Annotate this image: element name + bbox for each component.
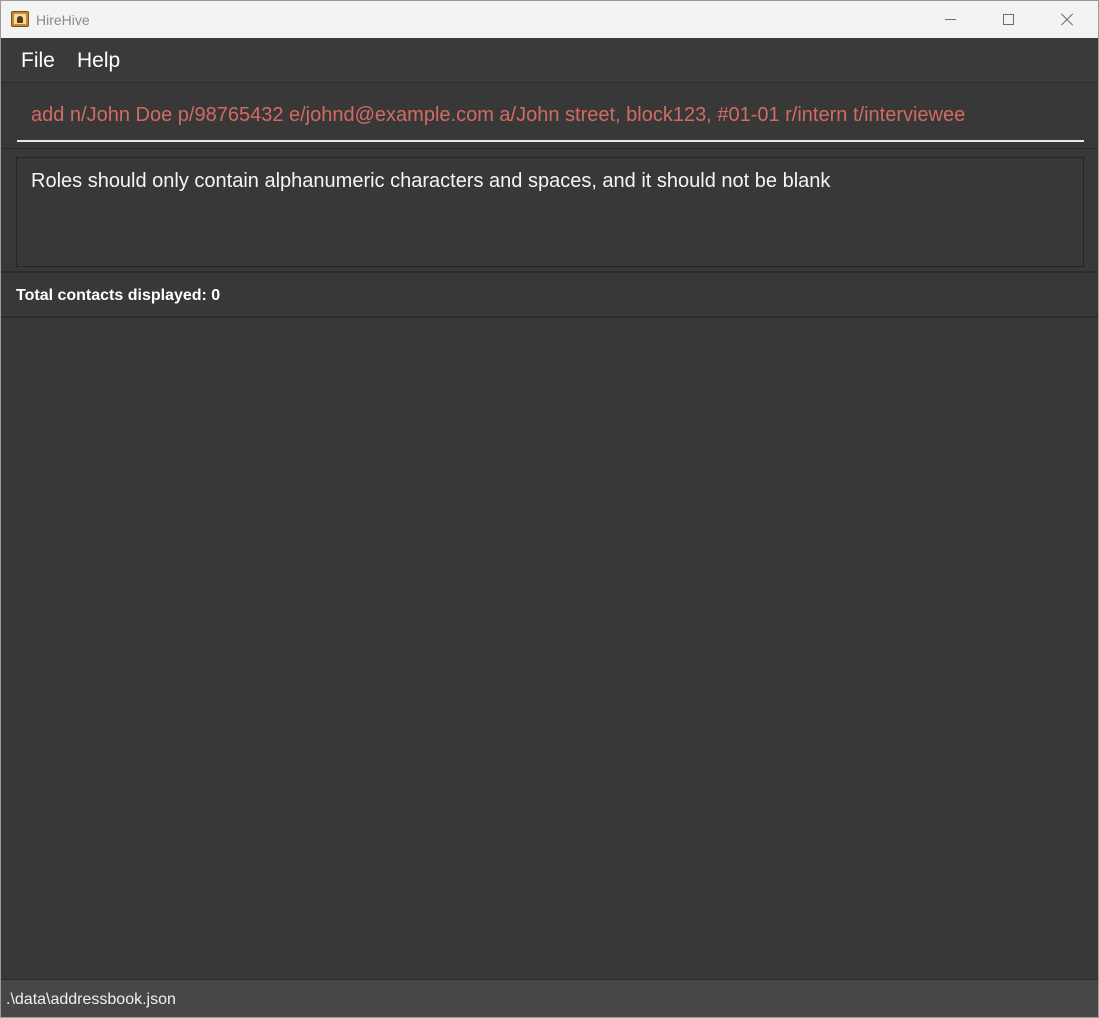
- close-icon: [1060, 13, 1074, 27]
- maximize-button[interactable]: [979, 1, 1037, 38]
- command-input[interactable]: [17, 90, 1084, 142]
- app-window: HireHive File Help Roles should only con…: [0, 0, 1099, 1018]
- menu-help[interactable]: Help: [77, 49, 120, 73]
- command-pane: [1, 84, 1098, 149]
- menu-file[interactable]: File: [21, 49, 55, 73]
- maximize-icon: [1002, 14, 1014, 25]
- window-title: HireHive: [36, 12, 90, 28]
- title-bar[interactable]: HireHive: [1, 1, 1098, 38]
- minimize-icon: [944, 19, 956, 20]
- menu-bar: File Help: [1, 38, 1098, 83]
- result-display[interactable]: Roles should only contain alphanumeric c…: [16, 157, 1084, 267]
- minimize-button[interactable]: [921, 1, 979, 38]
- status-bar: .\data\addressbook.json: [1, 979, 1098, 1017]
- close-button[interactable]: [1038, 1, 1096, 38]
- result-pane: Roles should only contain alphanumeric c…: [1, 150, 1098, 273]
- save-location: .\data\addressbook.json: [6, 991, 176, 1008]
- contact-list-header: Total contacts displayed: 0: [1, 275, 1098, 318]
- total-contacts-label: Total contacts displayed: 0: [16, 287, 221, 304]
- address-book-icon: [11, 11, 29, 27]
- contact-list[interactable]: [1, 318, 1098, 979]
